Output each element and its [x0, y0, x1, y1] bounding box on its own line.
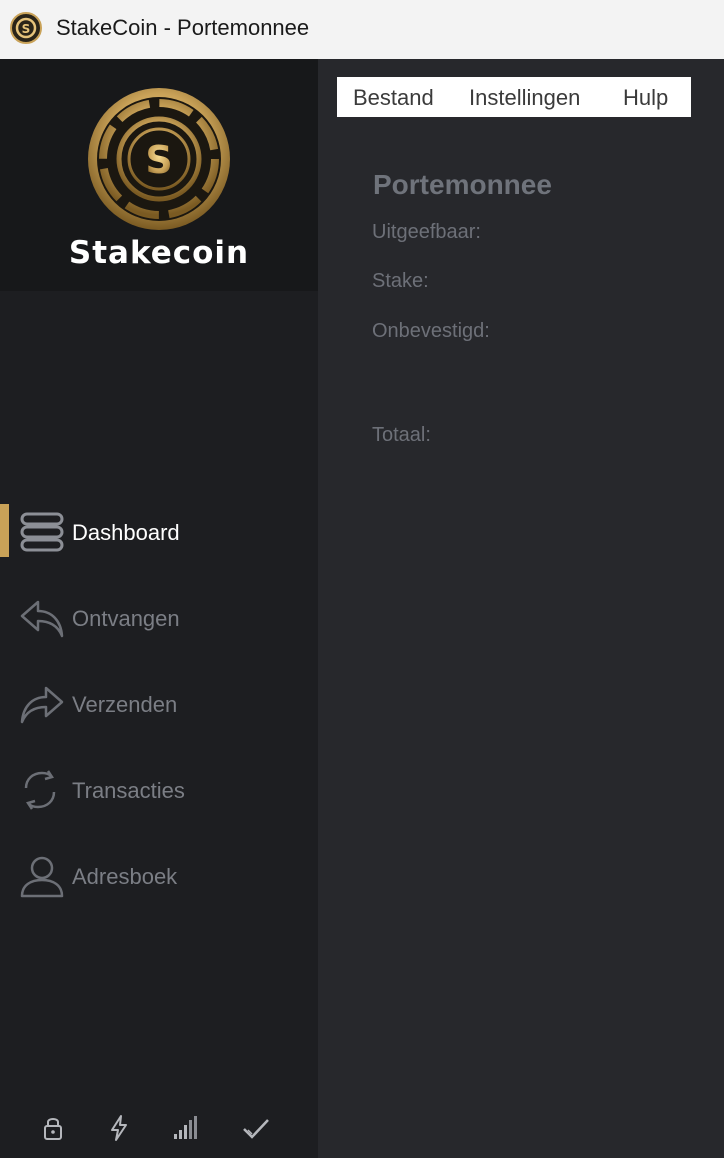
logo-area: S Stakecoin — [0, 59, 318, 291]
sidebar: S Stakecoin Dashboard Ontvangen Verzende… — [0, 59, 318, 1158]
total-label: Totaal: — [372, 424, 431, 446]
sidebar-item-dashboard[interactable]: Dashboard — [0, 504, 318, 560]
menu-bestand[interactable]: Bestand — [353, 85, 434, 111]
sidebar-item-label: Verzenden — [72, 692, 178, 717]
sidebar-item-ontvangen[interactable]: Ontvangen — [0, 590, 318, 646]
sync-arrows-icon — [24, 770, 56, 810]
menu-bar: Bestand Instellingen Hulp — [337, 77, 691, 117]
user-icon — [20, 856, 64, 898]
main-panel: Bestand Instellingen Hulp Portemonnee Ui… — [318, 59, 724, 1158]
active-indicator — [0, 504, 9, 557]
unconfirmed-label: Onbevestigd: — [372, 320, 490, 342]
forward-arrow-icon — [20, 686, 64, 724]
menu-instellingen[interactable]: Instellingen — [469, 85, 580, 111]
status-bar — [0, 1109, 318, 1149]
sidebar-item-label: Ontvangen — [72, 606, 180, 631]
lock-icon[interactable] — [38, 1113, 68, 1143]
logo-text: Stakecoin — [68, 235, 250, 271]
wallet-heading: Portemonnee — [373, 169, 552, 200]
sidebar-item-transacties[interactable]: Transacties — [0, 762, 318, 818]
signal-bars-icon[interactable] — [170, 1113, 200, 1143]
lightning-icon[interactable] — [104, 1113, 134, 1143]
sidebar-item-label: Adresboek — [72, 864, 178, 889]
stakecoin-app-icon: S — [10, 12, 42, 44]
sidebar-item-adresboek[interactable]: Adresboek — [0, 848, 318, 904]
spendable-label: Uitgeefbaar: — [372, 221, 481, 243]
svg-text:S: S — [22, 22, 31, 36]
window-title: StakeCoin - Portemonnee — [56, 15, 310, 40]
dashboard-stack-icon — [20, 512, 64, 552]
stake-label: Stake: — [372, 270, 429, 292]
stakecoin-logo-icon: S — [88, 88, 230, 230]
sidebar-item-label: Dashboard — [72, 520, 180, 545]
reply-arrow-icon — [20, 600, 64, 638]
window-titlebar: S StakeCoin - Portemonnee — [0, 0, 724, 59]
svg-text:S: S — [145, 138, 172, 182]
sidebar-item-label: Transacties — [72, 778, 185, 803]
check-icon[interactable] — [241, 1113, 271, 1143]
sidebar-item-verzenden[interactable]: Verzenden — [0, 676, 318, 732]
menu-hulp[interactable]: Hulp — [623, 85, 668, 111]
